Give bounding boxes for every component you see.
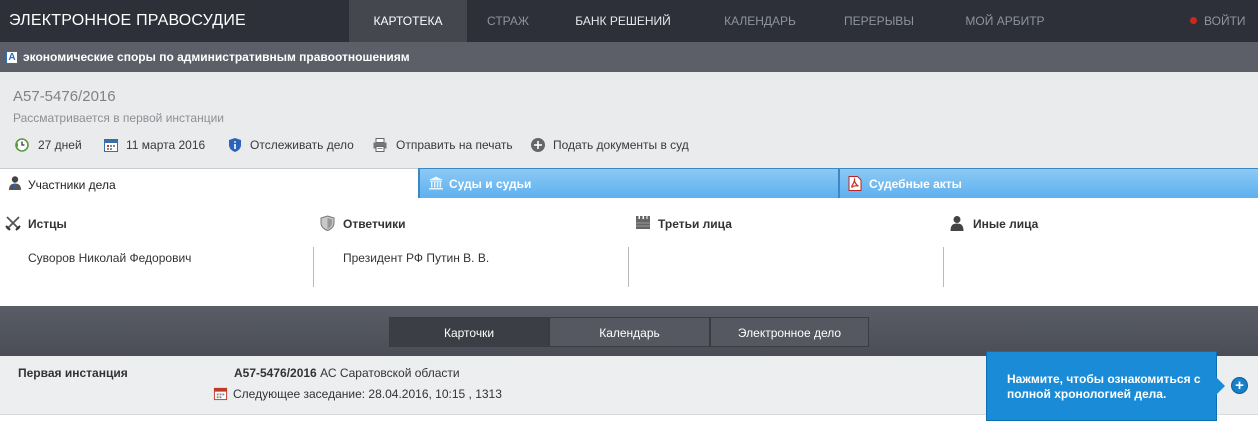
category-letter-icon: А	[6, 51, 18, 64]
other-persons-heading: Иные лица	[973, 217, 1039, 231]
expand-chronology-plus-icon[interactable]: +	[1231, 377, 1248, 394]
defendants-heading: Ответчики	[343, 217, 406, 231]
tab-participants[interactable]: Участники дела	[0, 168, 418, 198]
case-number: А57-5476/2016	[13, 88, 116, 105]
chronology-tooltip: Нажмите, чтобы ознакомиться с полной хро…	[986, 351, 1217, 421]
plaintiff-name[interactable]: Суворов Николай Федорович	[28, 251, 191, 265]
nav-item-pereryvy[interactable]: ПЕРЕРЫВЫ	[823, 0, 935, 42]
login-status-dot	[1190, 17, 1197, 25]
defendant-name[interactable]: Президент РФ Путин В. В.	[343, 251, 489, 265]
tab-courts[interactable]: Суды и судьи	[418, 168, 840, 198]
instance-label: Первая инстанция	[18, 366, 128, 380]
shield-icon	[320, 215, 335, 231]
tab-participants-label: Участники дела	[28, 178, 116, 192]
print-label: Отправить на печать	[396, 138, 513, 152]
date-indicator: 11 марта 2016	[103, 136, 213, 154]
column-divider	[628, 247, 629, 287]
plus-circle-icon	[531, 138, 545, 152]
clock-back-icon	[15, 138, 29, 152]
submit-documents-label: Подать документы в суд	[553, 138, 689, 152]
site-brand[interactable]: ЭЛЕКТРОННОЕ ПРАВОСУДИЕ	[9, 12, 246, 30]
plaintiffs-heading: Истцы	[28, 217, 67, 231]
chronology-tooltip-text: Нажмите, чтобы ознакомиться с полной хро…	[1007, 372, 1201, 401]
tooltip-arrow	[1216, 377, 1225, 395]
nav-item-bank-resheniy[interactable]: БАНК РЕШЕНИЙ	[549, 0, 697, 42]
tab-courts-label: Суды и судьи	[449, 177, 532, 191]
next-session-calendar-icon	[213, 387, 228, 401]
date-label: 11 марта 2016	[126, 138, 206, 152]
crossed-swords-icon	[5, 216, 21, 231]
person-icon	[950, 216, 964, 231]
column-divider	[943, 247, 944, 287]
category-label: экономические споры по административным …	[23, 50, 410, 64]
print-button[interactable]: Отправить на печать	[372, 136, 514, 154]
login-label: ВОЙТИ	[1204, 14, 1246, 28]
calendar-view-button[interactable]: Календарь	[549, 317, 710, 347]
nav-item-calendar[interactable]: КАЛЕНДАРЬ	[697, 0, 823, 42]
printer-icon	[373, 138, 387, 152]
courthouse-icon	[429, 176, 443, 190]
track-case-label: Отслеживать дело	[250, 138, 354, 152]
login-link[interactable]: ВОЙТИ	[1190, 0, 1246, 42]
shield-info-icon	[229, 138, 241, 152]
track-case-button[interactable]: Отслеживать дело	[227, 136, 357, 154]
nav-item-kartoteka[interactable]: КАРТОТЕКА	[349, 0, 467, 42]
fortress-wall-icon	[636, 216, 650, 229]
submit-documents-button[interactable]: Подать документы в суд	[530, 136, 695, 154]
case-status: Рассматривается в первой инстанции	[13, 111, 224, 125]
tab-court-acts-label: Судебные акты	[869, 177, 962, 191]
person-tie-icon	[9, 176, 21, 190]
pdf-document-icon	[848, 176, 862, 191]
nav-item-moy-arbitr[interactable]: МОЙ АРБИТР	[935, 0, 1075, 42]
instance-court: АС Саратовской области	[320, 366, 460, 380]
next-session-text: Следующее заседание: 28.04.2016, 10:15 ,…	[233, 387, 502, 401]
nav-item-strazh[interactable]: СТРАЖ	[467, 0, 549, 42]
third-parties-heading: Третьи лица	[658, 217, 732, 231]
instance-case-number[interactable]: А57-5476/2016	[234, 366, 317, 380]
electronic-case-button[interactable]: Электронное дело	[710, 317, 869, 347]
calendar-icon	[104, 139, 118, 152]
cards-view-button[interactable]: Карточки	[389, 317, 549, 347]
days-indicator: 27 дней	[14, 136, 89, 154]
tab-court-acts[interactable]: Судебные акты	[838, 168, 1258, 198]
instance-case-info: А57-5476/2016 АС Саратовской области	[234, 366, 460, 380]
column-divider	[313, 247, 314, 287]
days-label: 27 дней	[38, 138, 82, 152]
